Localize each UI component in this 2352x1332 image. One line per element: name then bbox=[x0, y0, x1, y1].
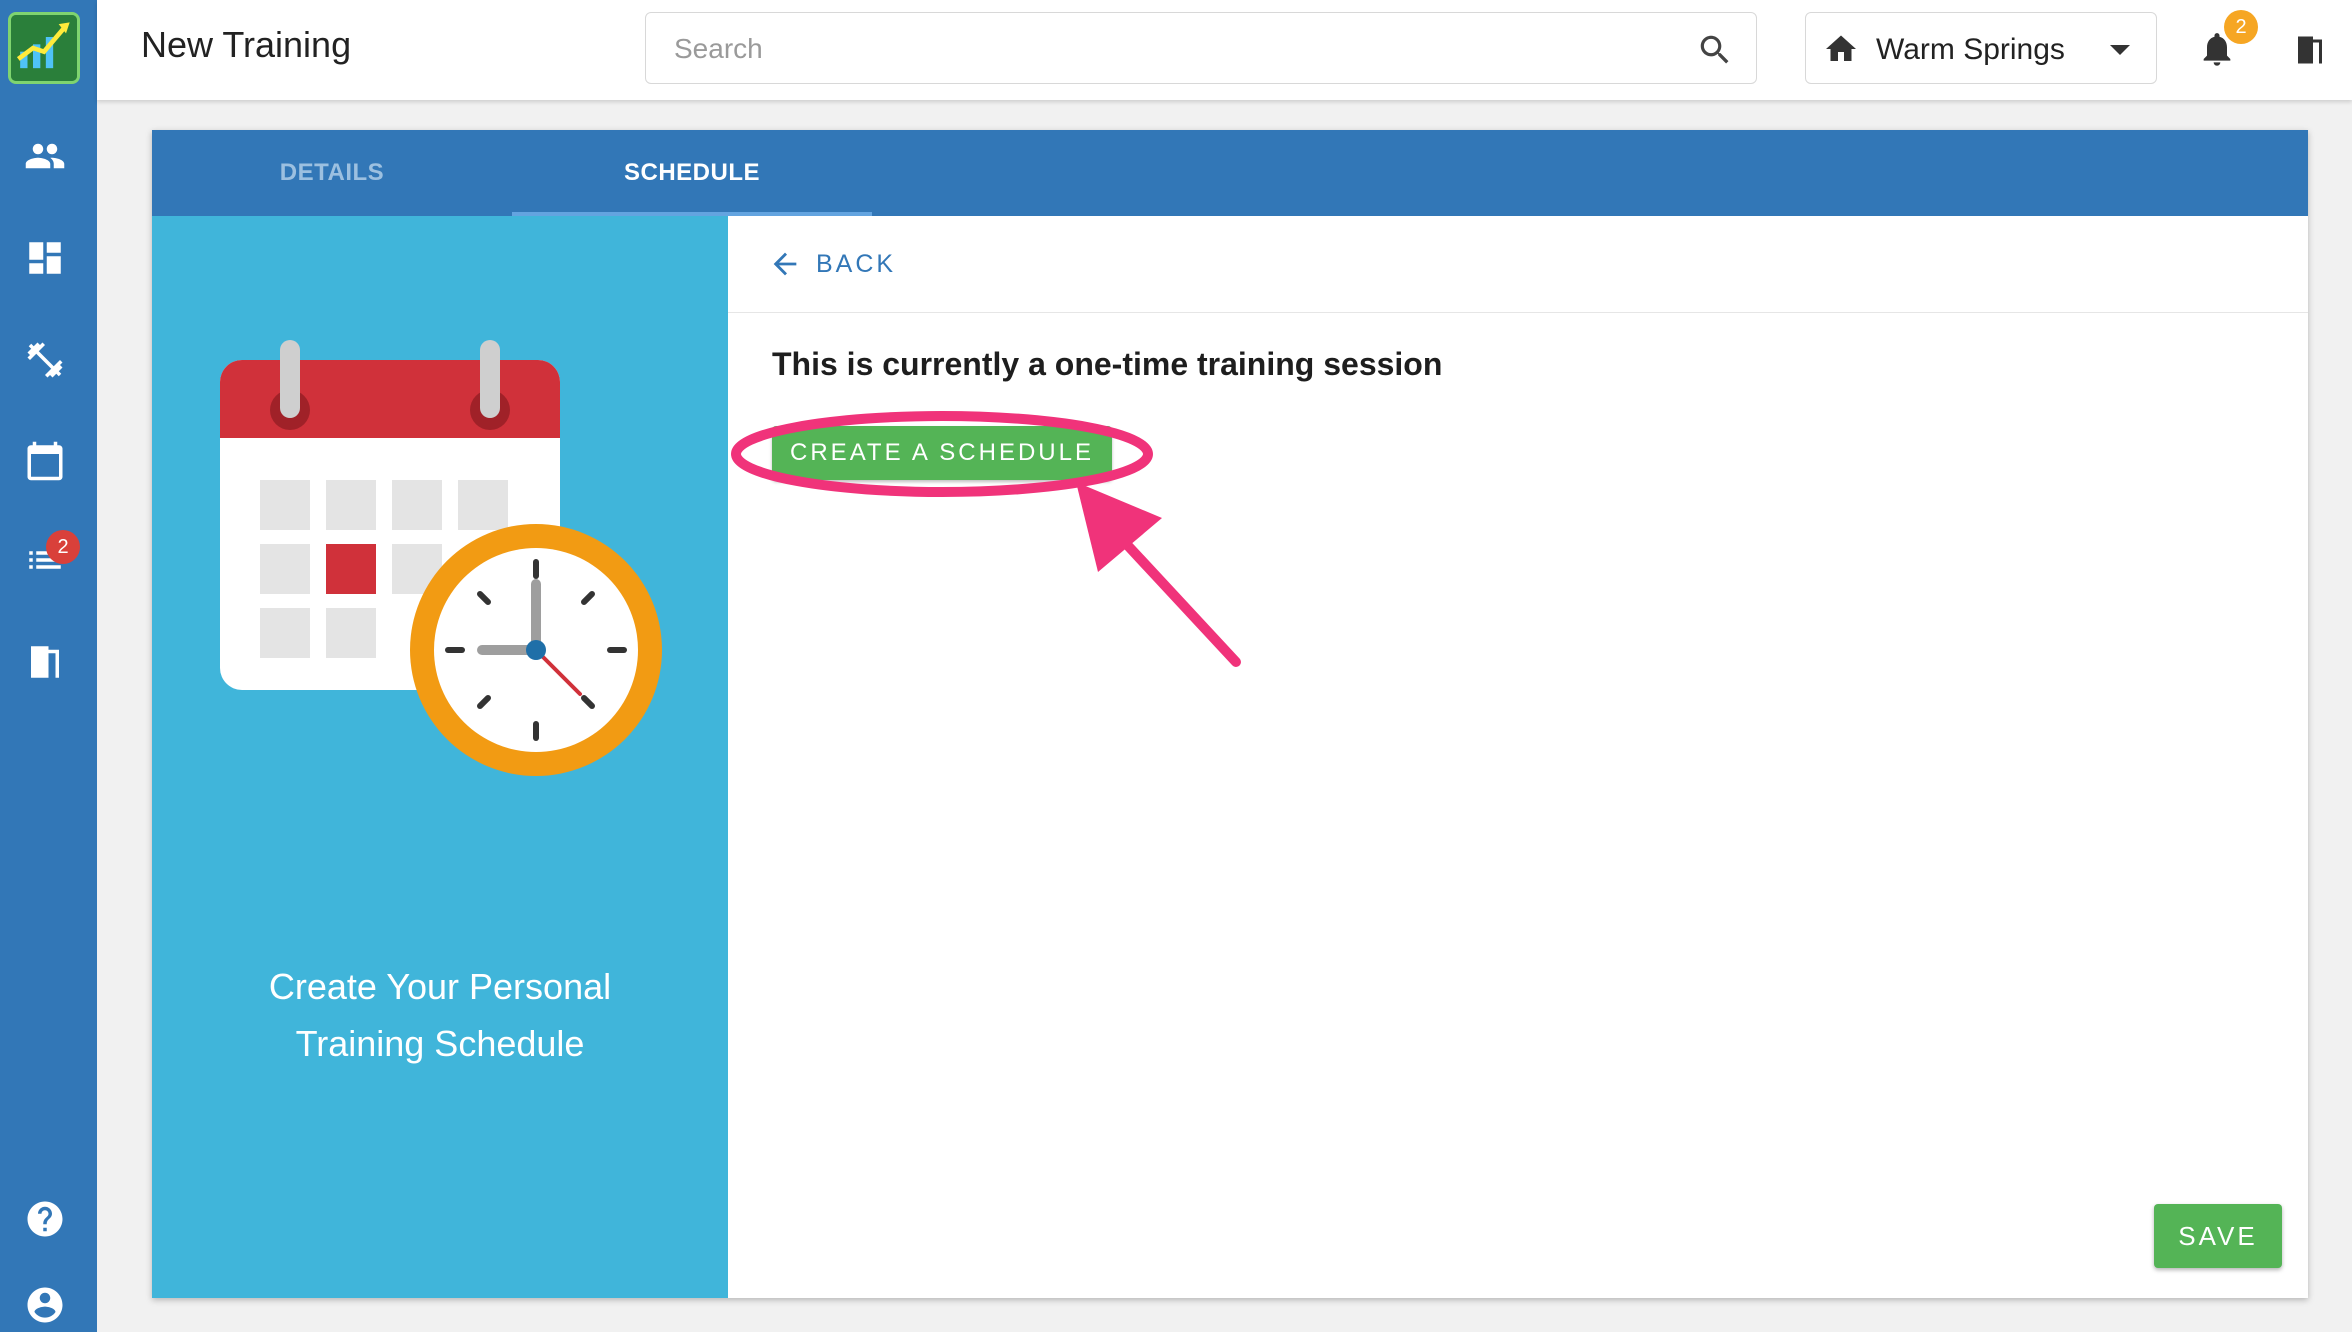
promo-line-2: Training Schedule bbox=[295, 1023, 585, 1064]
promo-line-1: Create Your Personal bbox=[268, 966, 612, 1007]
search-box[interactable] bbox=[645, 12, 1757, 84]
page-title: New Training bbox=[141, 24, 352, 65]
sidebar-item-help[interactable] bbox=[24, 1198, 66, 1240]
tab-schedule[interactable]: SCHEDULE bbox=[512, 130, 872, 216]
people-icon bbox=[25, 143, 65, 169]
sidebar-item-calendar[interactable] bbox=[24, 440, 66, 482]
schedule-promo-panel: Create Your Personal Training Schedule bbox=[152, 216, 728, 1298]
dashboard-icon bbox=[29, 242, 61, 274]
notification-badge: 2 bbox=[2224, 10, 2258, 44]
sidebar-item-people[interactable] bbox=[24, 135, 66, 177]
account-icon bbox=[27, 1287, 63, 1323]
calendar-clock-illustration bbox=[220, 340, 662, 776]
chevron-down-icon bbox=[2110, 45, 2130, 55]
search-icon[interactable] bbox=[1696, 31, 1734, 69]
arrow-left-icon bbox=[773, 252, 797, 276]
calendar-icon bbox=[27, 441, 63, 481]
door-exit-icon[interactable] bbox=[2292, 30, 2328, 70]
sidebar-item-account[interactable] bbox=[24, 1284, 66, 1326]
location-label: Warm Springs bbox=[1876, 33, 2065, 66]
sidebar: 2 bbox=[0, 0, 97, 1332]
schedule-content: BACK This is currently a one-time traini… bbox=[728, 216, 2308, 1298]
location-select[interactable]: Warm Springs bbox=[1805, 12, 2157, 84]
training-card: DETAILS SCHEDULE Create Your Personal Tr… bbox=[152, 130, 2308, 1298]
tab-bar: DETAILS SCHEDULE bbox=[152, 130, 2308, 216]
sidebar-item-exit[interactable] bbox=[24, 641, 66, 683]
save-button[interactable]: SAVE bbox=[2154, 1204, 2282, 1268]
help-icon bbox=[27, 1201, 63, 1237]
top-header: New Training Warm Springs 2 bbox=[97, 0, 2352, 100]
back-bar: BACK bbox=[728, 216, 2308, 313]
sidebar-item-workouts[interactable] bbox=[24, 339, 66, 381]
app-logo[interactable] bbox=[8, 12, 80, 84]
list-badge: 2 bbox=[46, 530, 80, 564]
tab-details[interactable]: DETAILS bbox=[152, 130, 512, 216]
create-schedule-button[interactable]: CREATE A SCHEDULE bbox=[772, 426, 1112, 480]
sidebar-item-dashboard[interactable] bbox=[24, 237, 66, 279]
dumbbell-icon bbox=[27, 342, 63, 378]
back-label: BACK bbox=[816, 249, 897, 278]
door-exit-icon bbox=[31, 646, 59, 678]
schedule-status-text: This is currently a one-time training se… bbox=[772, 346, 1443, 382]
promo-text: Create Your Personal Training Schedule bbox=[152, 958, 728, 1072]
back-button[interactable]: BACK bbox=[768, 244, 896, 284]
chart-logo-icon bbox=[11, 15, 77, 81]
home-icon bbox=[1826, 35, 1856, 61]
search-input[interactable] bbox=[672, 27, 1676, 71]
